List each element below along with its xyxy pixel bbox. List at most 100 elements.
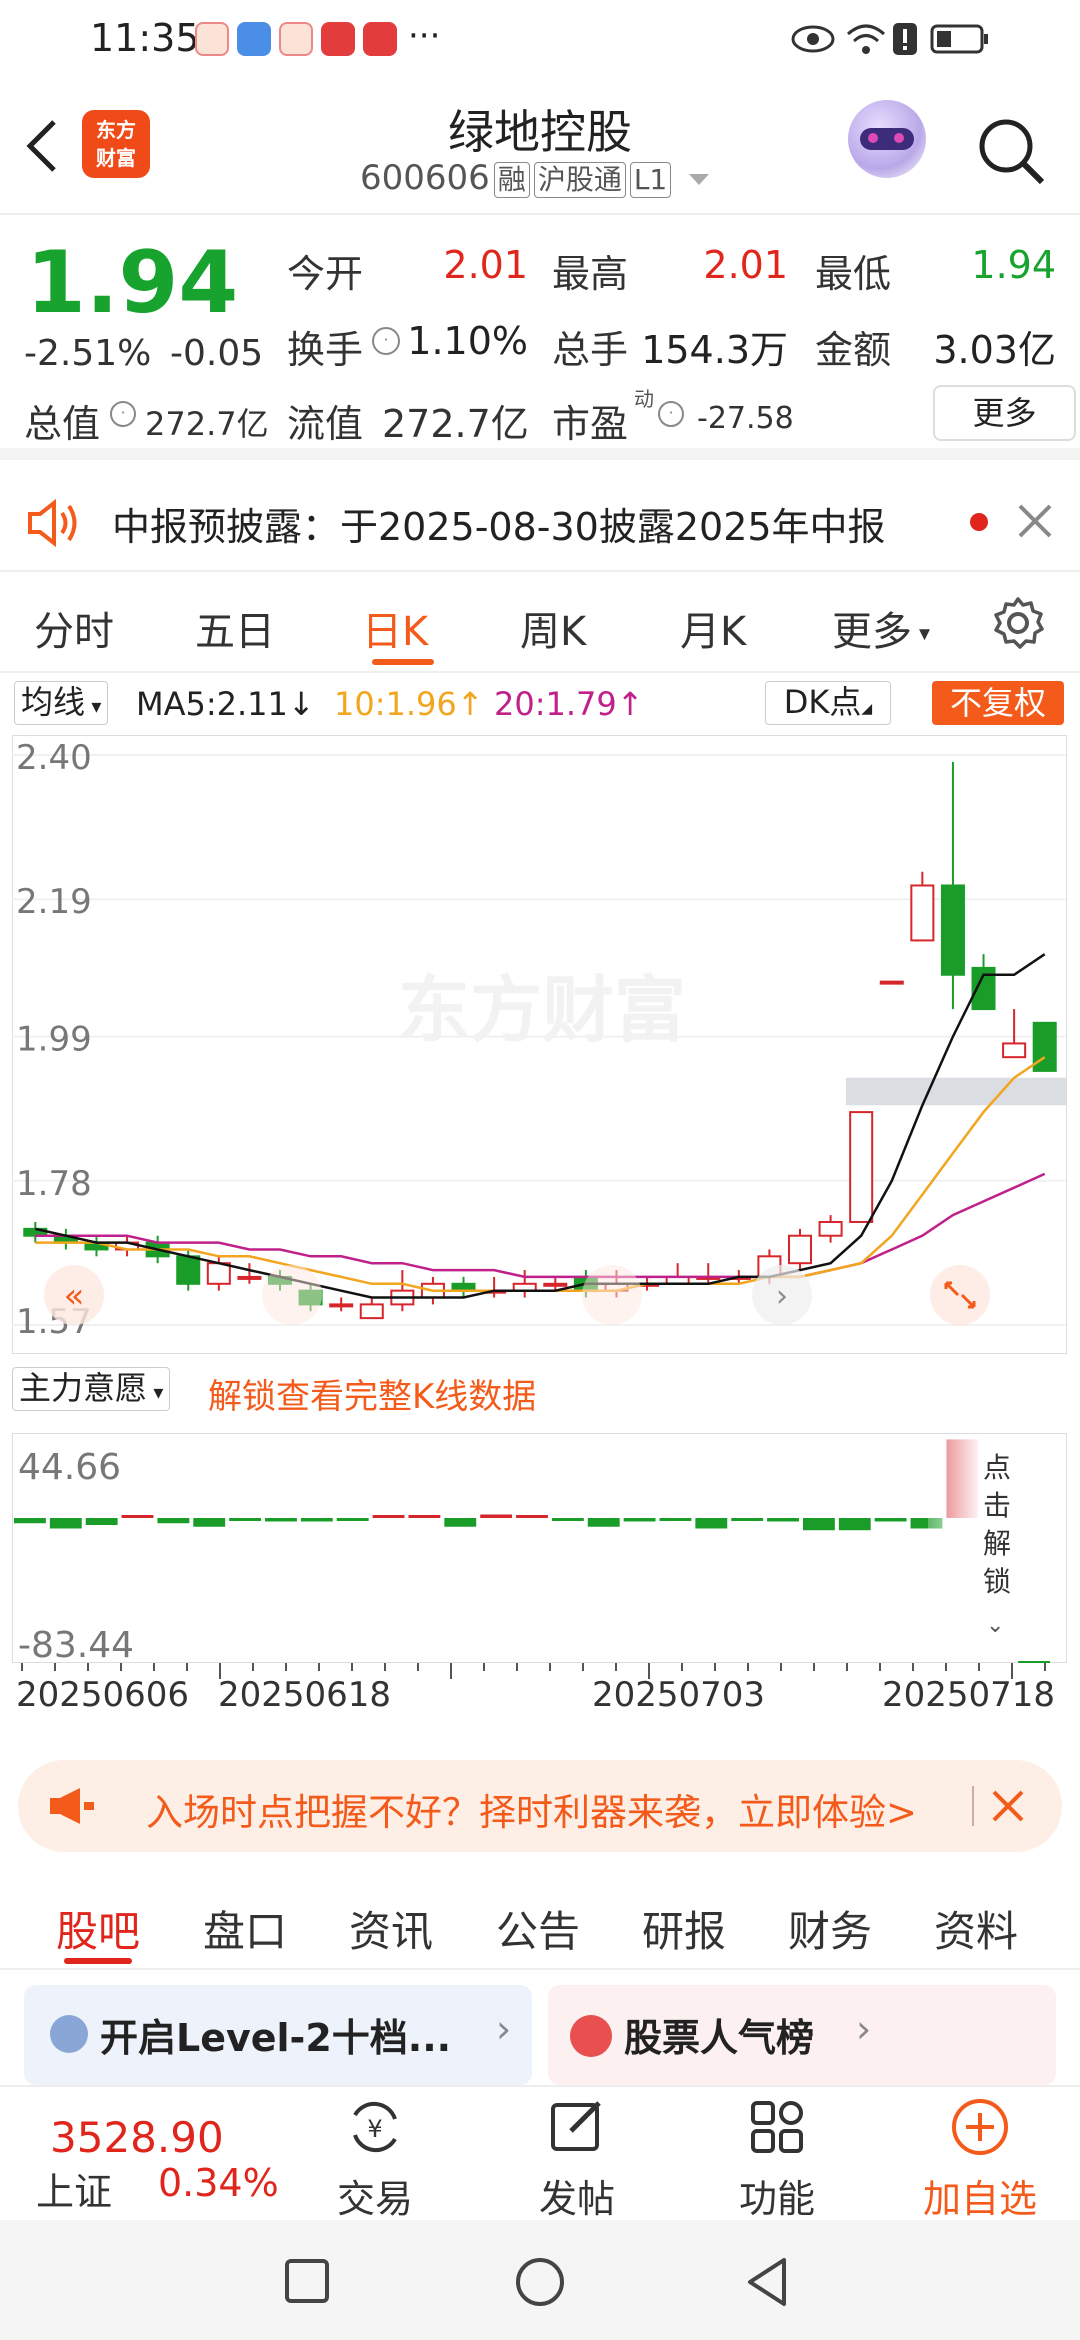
info-icon[interactable]: · [372,327,400,355]
close-icon[interactable] [990,1788,1026,1824]
indicator-bar [408,1515,441,1518]
adjust-button[interactable]: 不复权 [932,681,1064,725]
fullscreen-button[interactable] [930,1265,990,1325]
notice-bar[interactable]: 中报预披露：于2025-08-30披露2025年中报 [0,472,1080,572]
info-icon[interactable]: · [658,401,684,427]
candlestick [482,1276,507,1298]
sub-bottom-label: -83.44 [18,1625,134,1663]
active-tab-indicator [64,1958,132,1964]
ma5-legend: MA5:2.11↓ [136,685,315,723]
status-bar: 11:35 ··· [0,0,1080,80]
candlestick [910,871,935,942]
notice-dot [970,513,988,531]
dk-point-button[interactable]: DK点◢ [765,681,891,725]
unlock-side-panel[interactable]: 点击解锁 ⌄ [928,1435,1064,1661]
post-label: 发帖 [538,2177,615,2221]
popularity-card[interactable]: 股票人气榜 › [548,1985,1056,2085]
indicator-bar [587,1518,620,1527]
high-label: 最高 [552,252,629,296]
level2-card[interactable]: 开启Level-2十档... › [24,1985,532,2085]
candlestick [849,1111,874,1223]
ma-type-select[interactable]: 均线 ▾ [14,681,109,725]
settings-icon[interactable] [990,595,1046,651]
index-widget[interactable]: 3528.90 上证 0.34% [36,2113,290,2214]
tab-research[interactable]: 研报 [642,1898,726,1959]
candlestick [818,1215,843,1243]
level2-icon [50,2015,88,2053]
candle-body [879,980,904,985]
tab-more[interactable]: 更多 ▾ [832,599,930,657]
trade-button[interactable]: ¥ 交易 [320,2095,430,2223]
grid-icon [751,2101,803,2153]
candle-body [237,1275,262,1280]
zoom-out-button[interactable] [262,1265,322,1325]
promo-banner[interactable]: 入场时点把握不好？择时利器来袭，立即体验> [18,1760,1062,1852]
indicator-select[interactable]: 主力意愿 ▾ [12,1367,171,1411]
close-icon[interactable] [1016,502,1054,540]
turnover-label: 换手 [287,328,364,372]
candlestick [879,980,904,985]
wifi-icon [847,24,885,54]
indicator-bar [695,1518,728,1529]
tab-profile[interactable]: 资料 [934,1898,1018,1959]
info-icon[interactable]: · [110,401,136,427]
robot-avatar[interactable] [848,100,926,178]
dropdown-icon [689,174,710,185]
candlestick [115,1235,140,1257]
tab-news[interactable]: 资讯 [349,1898,433,1959]
tab-announcements[interactable]: 公告 [496,1898,580,1959]
candle-body [940,884,965,976]
tab-finance[interactable]: 财务 [788,1898,872,1959]
open-value: 2.01 [443,243,528,287]
zoom-in-button[interactable] [582,1265,642,1325]
tag-level: L1 [629,162,672,198]
add-watchlist-button[interactable]: 加自选 [910,2095,1050,2223]
date-label-4: 20250718 [882,1675,1056,1715]
indicator-bar [229,1518,262,1521]
candlestick [53,1228,78,1250]
index-value: 3528.90 [50,2113,224,2162]
indicator-bar [372,1515,405,1518]
more-button[interactable]: 更多 [933,385,1076,441]
amount-label: 金额 [815,328,892,372]
indicator-bar [767,1518,799,1522]
back-nav-icon[interactable] [744,2256,790,2308]
turnover-value: 1.10% [407,319,528,363]
tab-daily-k[interactable]: 日K [362,599,428,657]
unlock-side-text: 点击解锁 [983,1451,1012,1598]
tab-weekly-k[interactable]: 周K [520,599,586,657]
kline-chart[interactable]: 东方财富 2.402.191.991.781.57 « › [12,735,1068,1355]
indicator-bar [874,1518,907,1522]
tag-margin: 融 [493,162,530,198]
home-icon[interactable] [514,2256,566,2308]
tab-minute[interactable]: 分时 [34,599,114,657]
float-label: 流值 [287,402,364,446]
tag-connect: 沪股通 [533,162,626,198]
candle-body [543,1282,568,1287]
function-button[interactable]: 功能 [722,2095,832,2223]
y-tick-label: 1.99 [16,1020,92,1060]
candlestick [451,1276,476,1298]
indicator-bar [121,1515,154,1518]
kline-tabs: 分时 五日 日K 周K 月K 更多 ▾ [0,573,1080,673]
stock-subtitle[interactable]: 600606 融沪股通 L1 [360,158,712,198]
tab-guba[interactable]: 股吧 [56,1898,140,1959]
indicator-bar [444,1518,477,1527]
pe-label: 市盈 [552,402,629,446]
weibo-icon [195,22,229,56]
search-icon[interactable] [974,114,1048,188]
indicator-chart[interactable]: 44.66 -83.44 [12,1433,1068,1663]
tab-five-day[interactable]: 五日 [195,599,275,657]
svg-text:¥: ¥ [367,2115,382,2143]
candlestick [329,1297,354,1312]
recent-apps-icon[interactable] [284,2258,330,2304]
post-button[interactable]: 发帖 [522,2095,632,2223]
unlock-link[interactable]: 解锁查看完整K线数据 [208,1369,536,1418]
candle-body [329,1303,354,1308]
tab-monthly-k[interactable]: 月K [680,599,746,657]
ma20-legend: 20:1.79↑ [494,685,644,723]
app-icon [363,22,397,56]
change-value: -0.05 [170,333,264,374]
chart-watermark: 东方财富 [398,968,686,1052]
tab-pankou[interactable]: 盘口 [203,1898,287,1959]
